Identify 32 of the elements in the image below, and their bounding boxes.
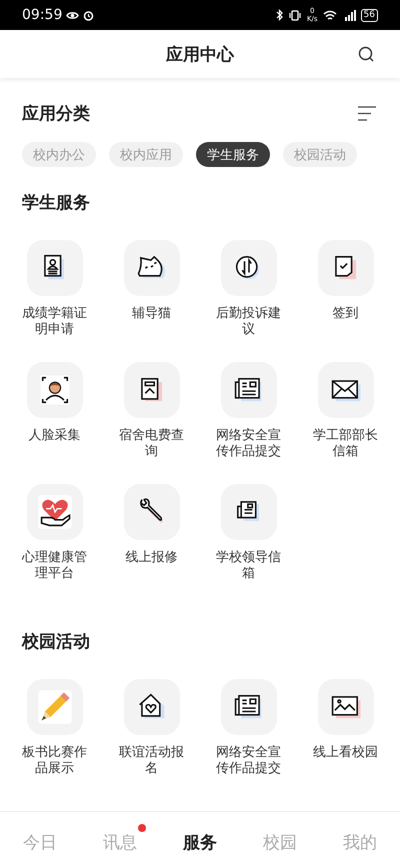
- nav-tab[interactable]: 服务: [173, 823, 227, 856]
- section-title: 学生服务: [22, 192, 90, 214]
- vibrate-icon: [288, 10, 302, 20]
- app-tile[interactable]: 签到: [297, 240, 394, 362]
- app-tile[interactable]: 网络安全宣传作品提交: [200, 362, 297, 484]
- pencil-icon: [36, 688, 74, 726]
- battery-level: 56: [360, 8, 378, 22]
- app-tile[interactable]: 后勤投诉建议: [200, 240, 297, 362]
- alarm-icon: [83, 10, 94, 20]
- app-tile[interactable]: 板书比赛作品展示: [6, 679, 103, 801]
- heart-hand-icon: [36, 493, 74, 531]
- page-title: 应用中心: [166, 44, 234, 66]
- section-title: 校园活动: [22, 630, 90, 652]
- clock-time: 09:59: [22, 7, 62, 23]
- menu-icon[interactable]: [358, 106, 376, 120]
- app-tile[interactable]: 心理健康管理平台: [6, 484, 103, 606]
- eye-icon: [66, 10, 80, 20]
- wifi-icon: [322, 10, 337, 20]
- app-tile[interactable]: 学工部部长信箱: [297, 362, 394, 484]
- app-tile[interactable]: 人脸采集: [6, 362, 103, 484]
- search-icon[interactable]: [358, 46, 374, 62]
- app-tile[interactable]: 学校领导信箱: [200, 484, 297, 606]
- section-title: 应用分类: [22, 102, 90, 124]
- app-tile[interactable]: 线上报修: [103, 484, 200, 606]
- bluetooth-icon: [276, 9, 283, 21]
- category-tab[interactable]: 学生服务: [196, 142, 270, 167]
- app-tile[interactable]: 辅导猫: [103, 240, 200, 362]
- app-tile[interactable]: 联谊活动报名: [103, 679, 200, 801]
- app-tile[interactable]: 线上看校园: [297, 679, 394, 801]
- app-tile[interactable]: 宿舍电费查询: [103, 362, 200, 484]
- app-tile[interactable]: 网络安全宣传作品提交: [200, 679, 297, 801]
- app-tile[interactable]: 成绩学籍证明申请: [6, 240, 103, 362]
